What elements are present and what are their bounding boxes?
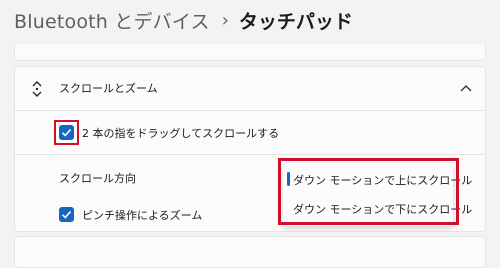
previous-settings-card <box>14 44 486 61</box>
scroll-direction-label: スクロール方向 <box>59 172 136 185</box>
two-finger-scroll-row: 2 本の指をドラッグしてスクロールする <box>15 111 485 155</box>
pinch-zoom-label: ピンチ操作によるズーム <box>82 209 203 222</box>
scroll-icon <box>31 79 43 99</box>
chevron-up-icon <box>460 85 472 92</box>
breadcrumb-parent[interactable]: Bluetooth とデバイス <box>14 7 210 34</box>
two-finger-scroll-label: 2 本の指をドラッグしてスクロールする <box>82 127 280 140</box>
section-title: スクロールとズーム <box>59 82 158 95</box>
breadcrumb: Bluetooth とデバイス › タッチパッド <box>14 6 353 34</box>
pinch-zoom-checkbox[interactable] <box>59 207 74 222</box>
next-settings-card <box>14 236 486 268</box>
section-header[interactable]: スクロールとズーム <box>15 67 485 111</box>
collapse-button[interactable] <box>453 76 479 102</box>
page-title: タッチパッド <box>238 10 353 33</box>
breadcrumb-separator: › <box>221 9 229 31</box>
checkmark-icon <box>61 210 72 219</box>
dropdown-highlight-box <box>278 158 459 225</box>
checkbox-highlight-box <box>54 120 79 145</box>
